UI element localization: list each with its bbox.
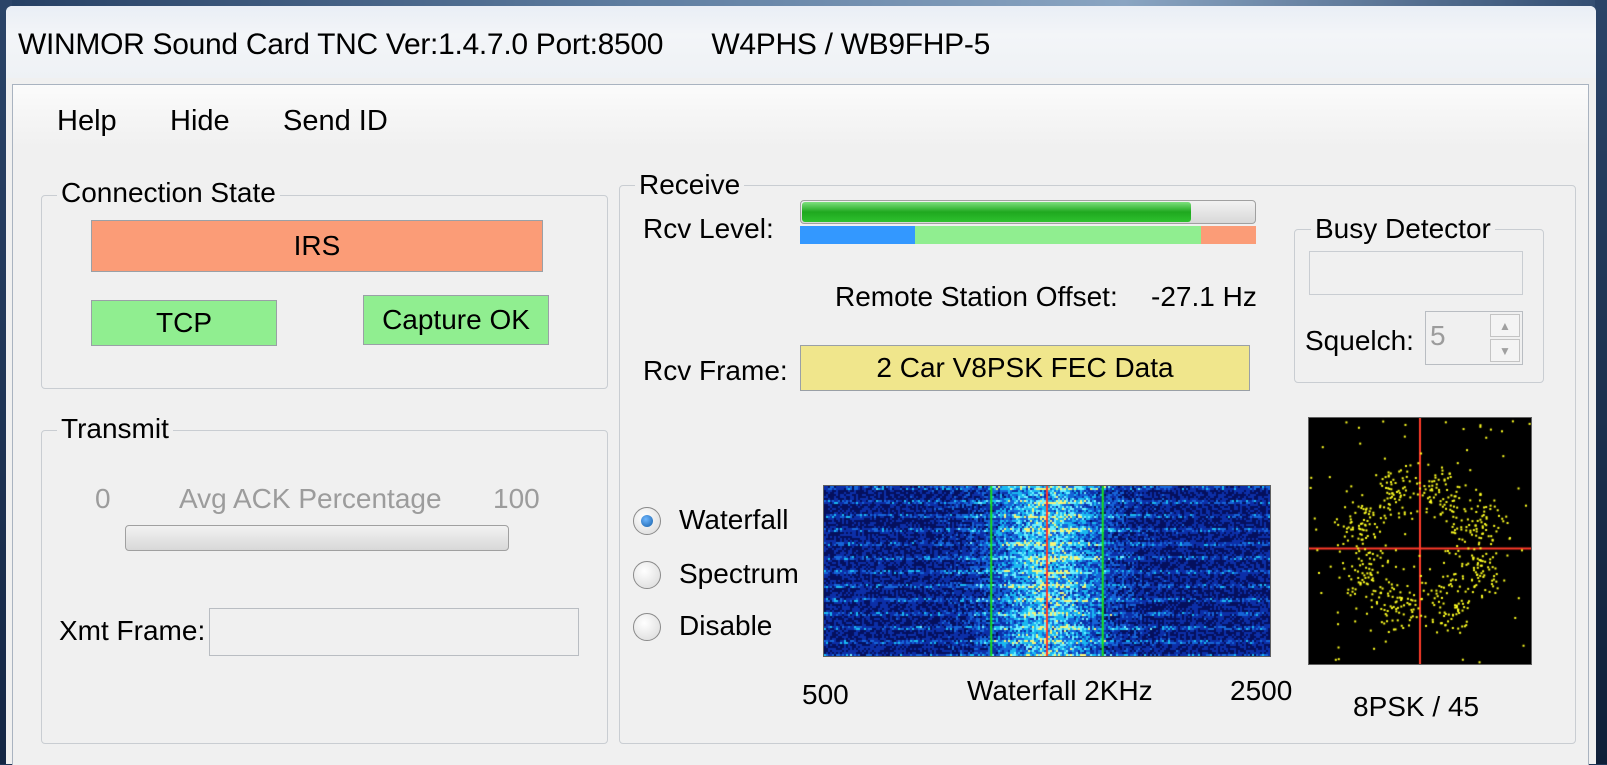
squelch-up-button[interactable]: ▲ xyxy=(1490,314,1520,337)
xmt-frame-field xyxy=(209,608,579,656)
menu-hide[interactable]: Hide xyxy=(170,105,230,138)
menu-help[interactable]: Help xyxy=(57,105,117,138)
ack-percentage-bar xyxy=(125,525,509,551)
rcv-level-scale xyxy=(800,226,1256,244)
spectrum-option-label[interactable]: Spectrum xyxy=(679,558,799,590)
xmt-frame-label: Xmt Frame: xyxy=(59,615,206,646)
arrow-up-icon: ▲ xyxy=(1499,318,1511,333)
ack-max-label: 100 xyxy=(493,483,540,514)
ack-min-label: 0 xyxy=(95,483,111,514)
waterfall-center-label: Waterfall 2KHz xyxy=(967,675,1153,706)
constellation-label: 8PSK / 45 xyxy=(1353,691,1480,722)
transmit-group xyxy=(41,430,608,744)
window-client-area: Help Hide Send ID Connection State IRS T… xyxy=(12,84,1589,765)
squelch-value: 5 xyxy=(1430,320,1446,351)
disable-radio[interactable] xyxy=(633,613,661,641)
spectrum-radio[interactable] xyxy=(633,561,661,589)
receive-title: Receive xyxy=(635,169,745,201)
rcv-frame-label: Rcv Frame: xyxy=(643,355,788,386)
waterfall-max-label: 2500 xyxy=(1230,675,1293,706)
rcv-level-fill xyxy=(802,202,1191,222)
remote-offset-label: Remote Station Offset: xyxy=(835,281,1118,312)
busy-indicator xyxy=(1309,251,1523,295)
disable-option-label[interactable]: Disable xyxy=(679,610,772,642)
arrow-down-icon: ▼ xyxy=(1499,343,1511,358)
rcv-level-bar xyxy=(800,200,1256,224)
tcp-indicator: TCP xyxy=(91,300,277,346)
ack-percentage-label: Avg ACK Percentage xyxy=(179,483,442,514)
window-title: WINMOR Sound Card TNC Ver:1.4.7.0 Port:8… xyxy=(18,28,990,61)
waterfall-radio[interactable] xyxy=(633,507,661,535)
title-bar[interactable]: WINMOR Sound Card TNC Ver:1.4.7.0 Port:8… xyxy=(6,6,1596,78)
connection-state-indicator: IRS xyxy=(91,220,543,272)
waterfall-option-label[interactable]: Waterfall xyxy=(679,504,788,536)
desktop-background-right xyxy=(1595,0,1607,764)
busy-detector-title: Busy Detector xyxy=(1311,213,1495,245)
menu-send-id[interactable]: Send ID xyxy=(283,105,388,138)
rcv-level-label: Rcv Level: xyxy=(643,213,774,244)
waterfall-min-label: 500 xyxy=(802,679,849,710)
constellation-display xyxy=(1308,417,1532,665)
rcv-frame-field: 2 Car V8PSK FEC Data xyxy=(800,345,1250,391)
rcv-level-scale-low xyxy=(800,226,915,244)
remote-offset-value: -27.1 Hz xyxy=(1151,281,1257,312)
waterfall-display[interactable] xyxy=(823,485,1271,657)
transmit-title: Transmit xyxy=(57,413,173,445)
squelch-down-button[interactable]: ▼ xyxy=(1490,339,1520,362)
connection-state-title: Connection State xyxy=(57,177,280,209)
winmor-window: WINMOR Sound Card TNC Ver:1.4.7.0 Port:8… xyxy=(6,6,1596,765)
squelch-label: Squelch: xyxy=(1305,325,1414,356)
rcv-level-scale-high xyxy=(1201,226,1256,244)
menu-bar: Help Hide Send ID xyxy=(13,85,1588,147)
rcv-level-scale-good xyxy=(915,226,1201,244)
squelch-spinner[interactable]: 5 ▲ ▼ xyxy=(1425,311,1523,365)
capture-indicator: Capture OK xyxy=(363,295,549,345)
